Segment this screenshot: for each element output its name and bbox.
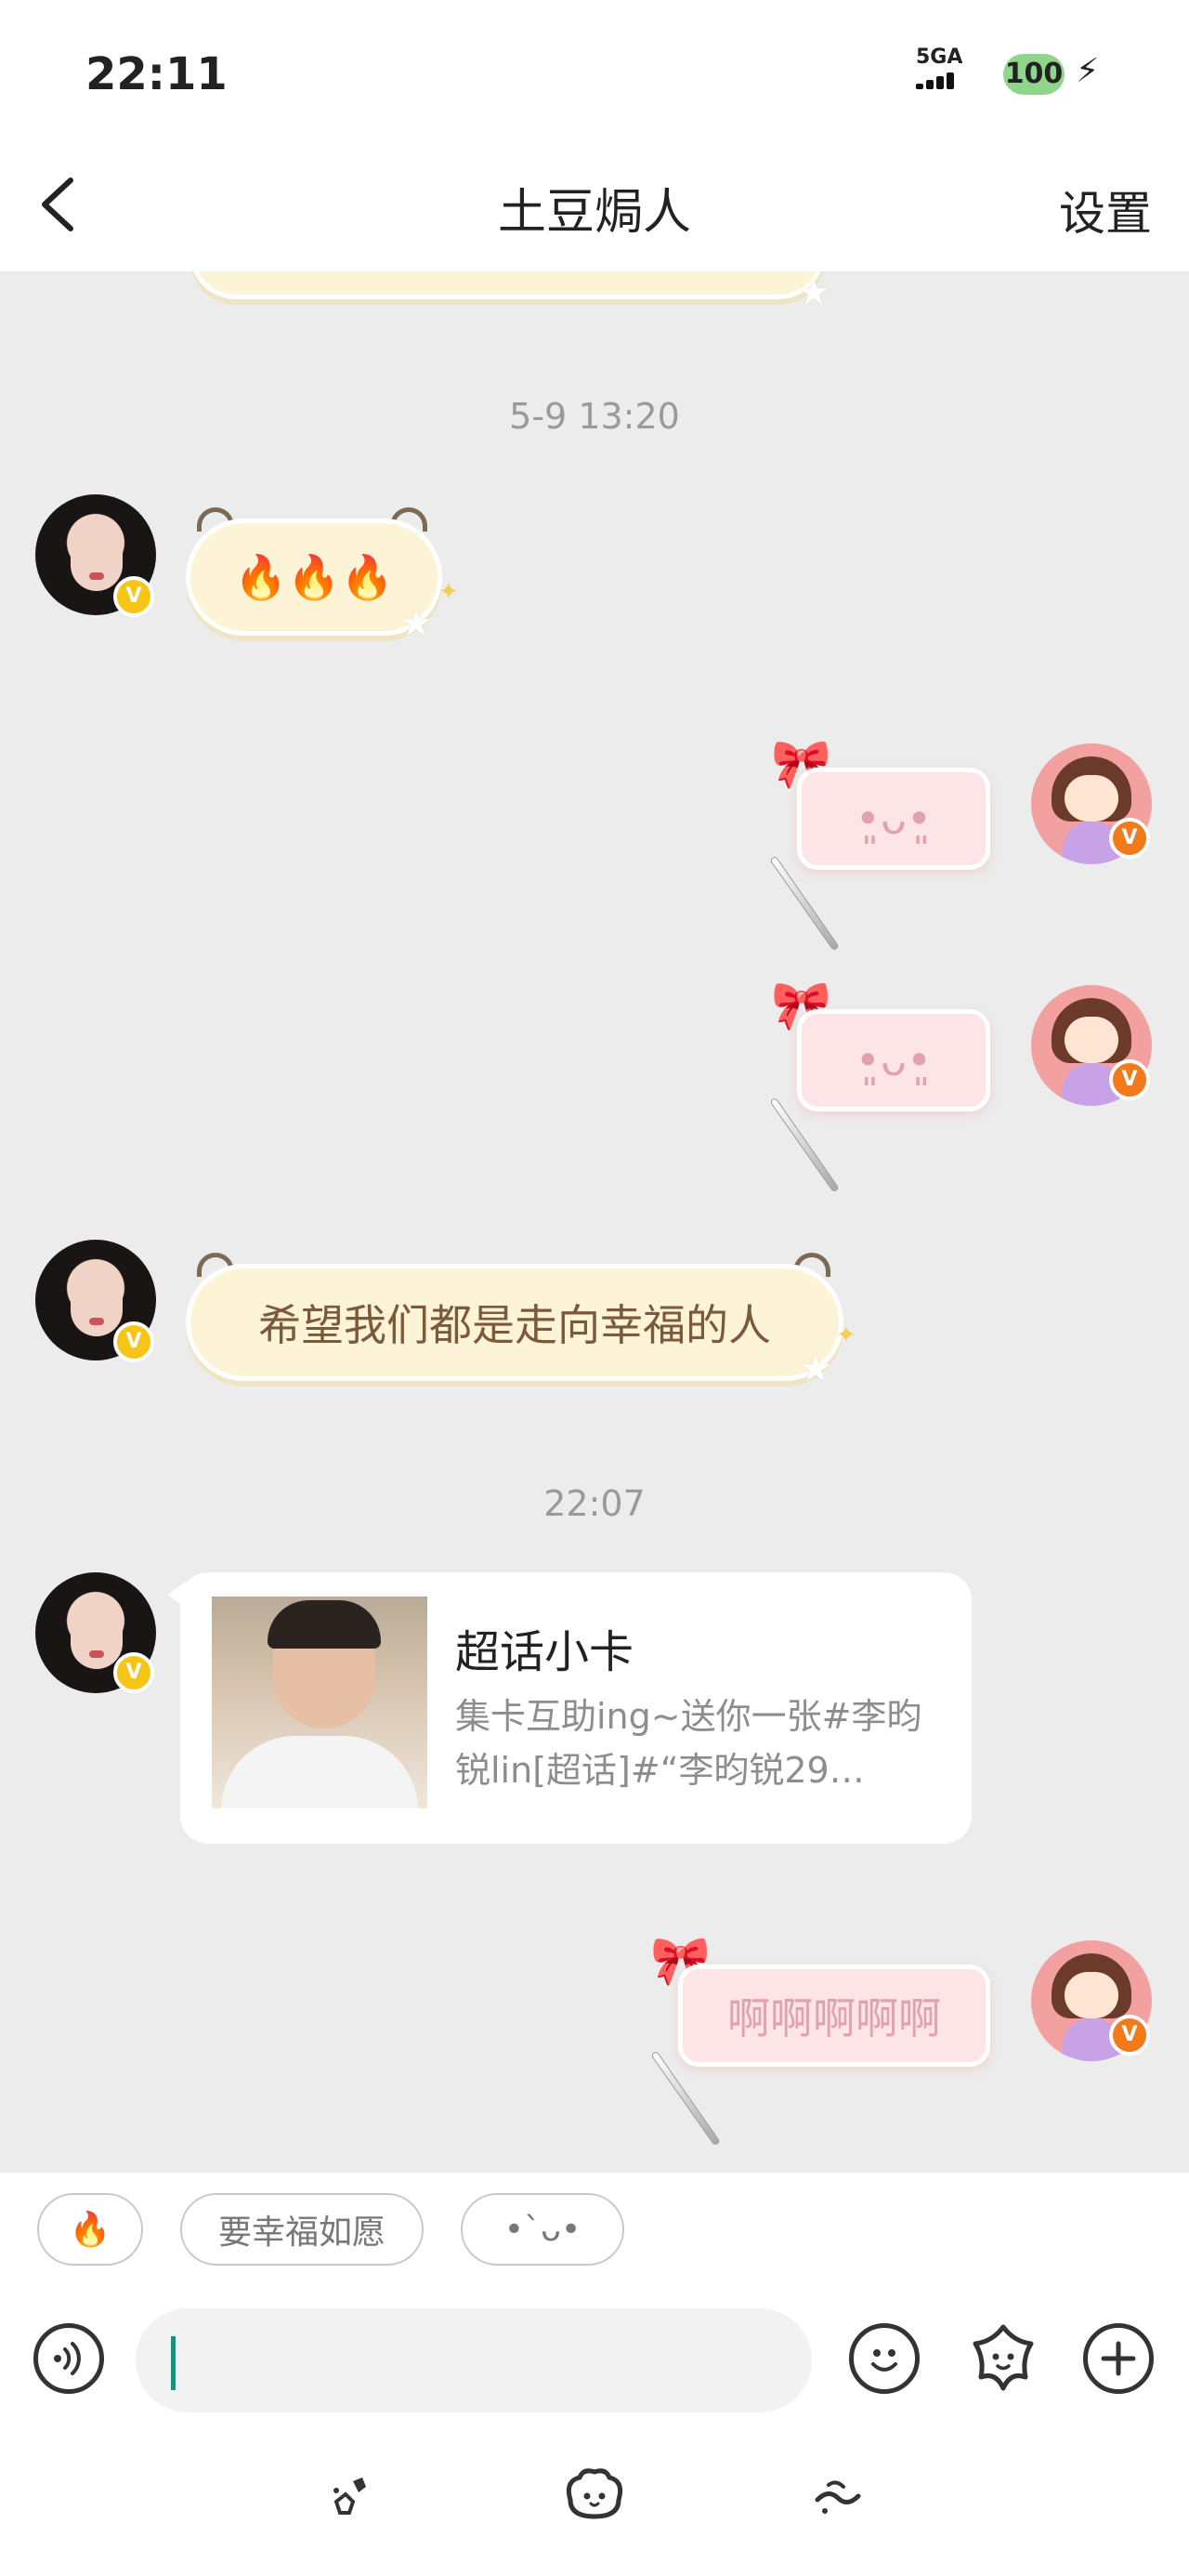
pet-glyph xyxy=(566,2468,623,2519)
add-icon xyxy=(1101,2341,1136,2376)
sticker-flower-icon xyxy=(973,2324,1034,2391)
voice-icon[interactable] xyxy=(33,2323,104,2394)
bottom-toolbar xyxy=(0,2425,1189,2576)
network-label: 5GA xyxy=(916,46,963,69)
sparkle-icon: ✦ xyxy=(438,578,459,606)
super-topic-card[interactable]: 超话小卡 集卡互助ing~送你一张#李昀锐lin[超话]#“李昀锐29… xyxy=(180,1572,972,1844)
verified-badge: V xyxy=(113,576,154,617)
card-image xyxy=(212,1597,427,1808)
message-bubble[interactable]: •͈ᴗ•͈ xyxy=(797,768,990,870)
network-indicator: 5GA xyxy=(916,46,962,89)
smiley-icon[interactable] xyxy=(849,2323,920,2394)
status-bar: 22:11 5GA 100 ⚡ xyxy=(0,0,1189,139)
card-description: 集卡互助ing~送你一张#李昀锐lin[超话]#“李昀锐29… xyxy=(455,1689,938,1797)
star-decoration-icon: ★ xyxy=(399,602,433,645)
verified-badge: V xyxy=(113,1652,154,1693)
voice-waves-icon xyxy=(54,2342,81,2375)
chat-header: 土豆焗人 设置 xyxy=(0,139,1189,271)
quick-reply-chip[interactable]: 🔥 xyxy=(37,2193,143,2266)
timestamp: 22:07 xyxy=(543,1483,646,1524)
star-decoration-icon: ★ xyxy=(799,1347,832,1390)
verified-badge: V xyxy=(1109,2015,1150,2056)
flower-icon[interactable] xyxy=(964,2320,1042,2398)
smiley-face-icon xyxy=(871,2349,897,2372)
wave-glyph xyxy=(815,2480,861,2514)
status-time: 22:11 xyxy=(85,48,228,100)
battery-indicator: 100 xyxy=(1003,54,1065,95)
card-title: 超话小卡 xyxy=(455,1626,634,1678)
text-caret xyxy=(171,2336,176,2390)
wave-icon[interactable] xyxy=(801,2463,875,2528)
verified-badge: V xyxy=(1109,1059,1150,1100)
signal-icon xyxy=(916,72,962,89)
pet-cloud-icon[interactable] xyxy=(557,2463,632,2528)
verified-badge: V xyxy=(1109,818,1150,859)
message-bubble[interactable]: 希望我们都是走向幸福的人 xyxy=(186,1264,843,1381)
quick-reply-bar: 🔥 要幸福如愿 •`ᴗ• xyxy=(0,2173,1189,2286)
verified-badge: V xyxy=(113,1321,154,1362)
timestamp: 5-9 13:20 xyxy=(509,396,680,437)
sparkle-icon: ✦ xyxy=(836,1321,856,1349)
chat-title: 土豆焗人 xyxy=(497,185,691,241)
quick-reply-chip[interactable]: •`ᴗ• xyxy=(461,2193,624,2266)
message-bubble-partial xyxy=(189,271,825,299)
message-bubble[interactable]: 啊啊啊啊啊 xyxy=(678,1965,990,2067)
message-bubble[interactable]: •͈ᴗ•͈ xyxy=(797,1009,990,1111)
charging-icon: ⚡ xyxy=(1076,52,1100,90)
card-description-text: 集卡互助ing~送你一张#李昀锐lin[超话]#“李昀锐29… xyxy=(455,1696,922,1791)
quick-reply-chip[interactable]: 要幸福如愿 xyxy=(180,2193,424,2266)
message-input[interactable] xyxy=(136,2308,812,2412)
plus-icon[interactable] xyxy=(1083,2323,1154,2394)
star-decoration-icon: ★ xyxy=(797,271,830,314)
input-bar xyxy=(0,2286,1189,2425)
chat-area[interactable]: ★ 5-9 13:20 V 🔥🔥🔥 ★ ✦ V 🎀 •͈ᴗ•͈ V 🎀 •͈ᴗ•… xyxy=(0,271,1189,2173)
shapes-glyph xyxy=(333,2477,366,2515)
settings-button[interactable]: 设置 xyxy=(1059,177,1152,243)
shapes-icon[interactable] xyxy=(308,2463,383,2528)
